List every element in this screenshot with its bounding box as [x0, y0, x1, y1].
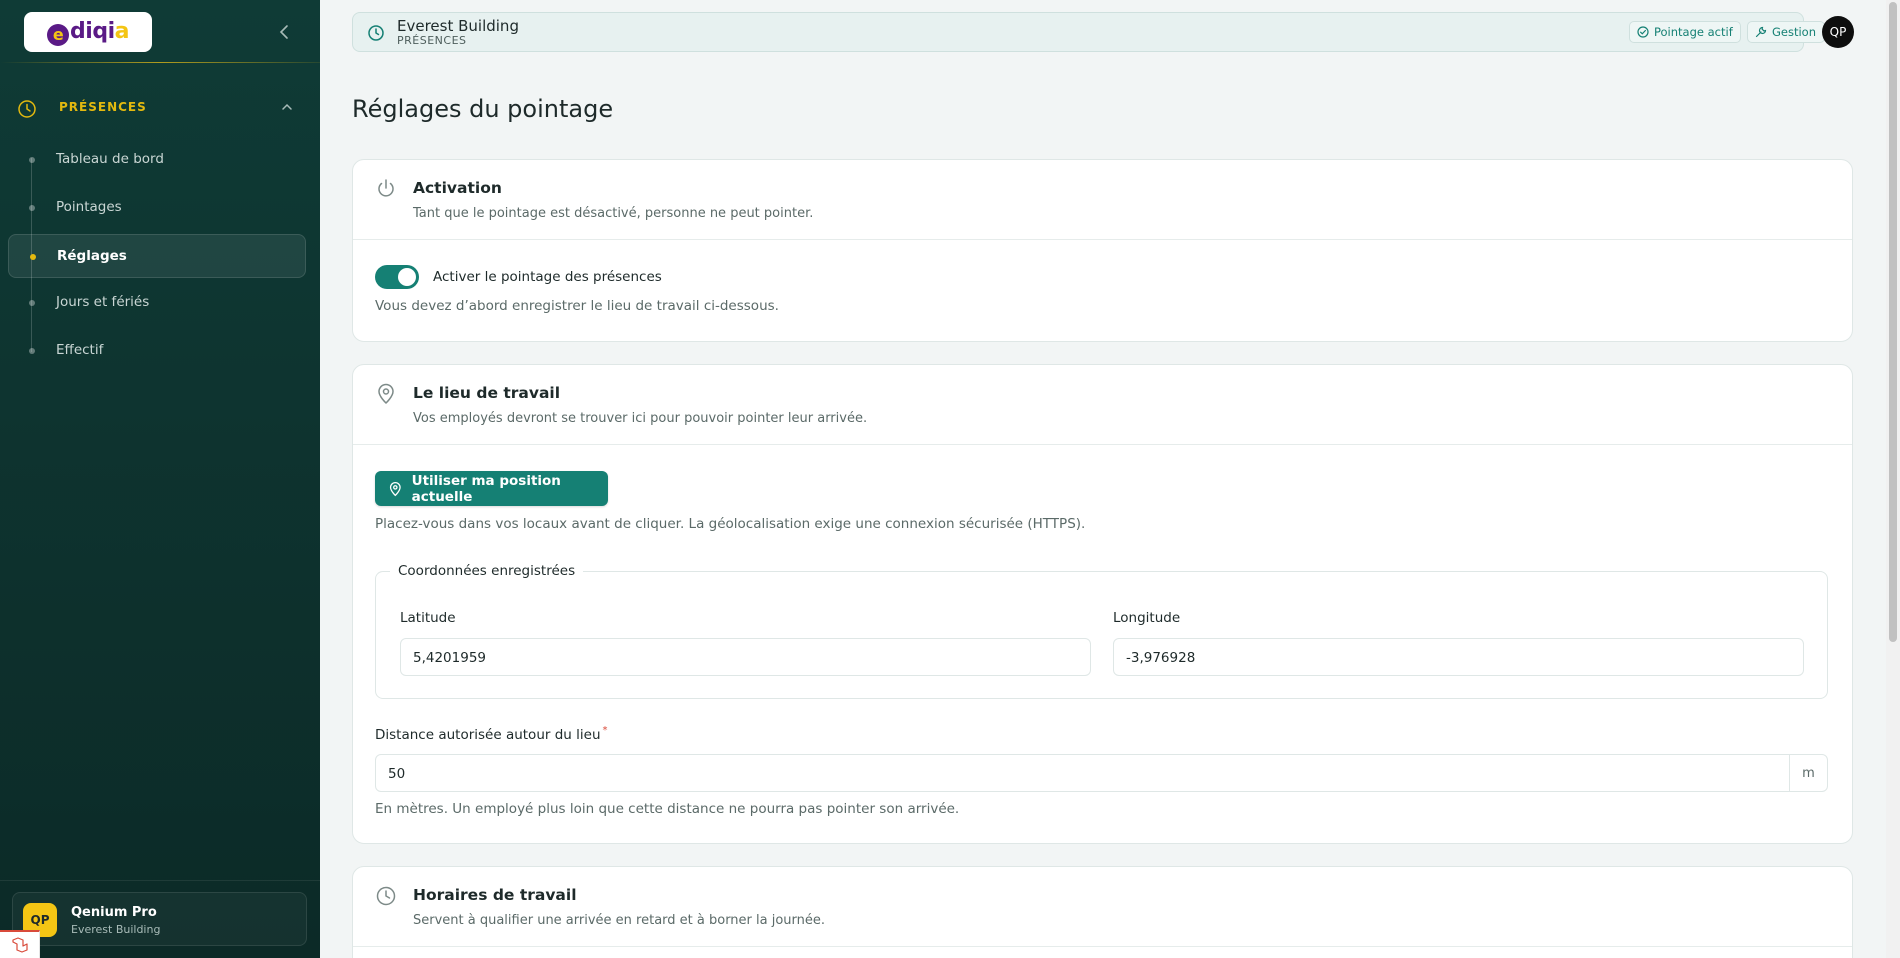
sidebar-item-reglages[interactable]: Réglages: [8, 234, 306, 278]
user-org: Everest Building: [71, 923, 161, 936]
scrollbar-thumb[interactable]: [1889, 2, 1897, 642]
logo-wordmark: e diqia: [47, 19, 129, 46]
debug-badge[interactable]: [0, 930, 40, 958]
longitude-label: Longitude: [1113, 610, 1181, 626]
breadcrumb: Everest Building PRÉSENCES Pointage acti…: [352, 12, 1825, 52]
saved-coordinates-fieldset: Coordonnées enregistrées Latitude 5,4201…: [375, 563, 1828, 699]
distance-input[interactable]: 50 m: [375, 754, 1828, 792]
avatar[interactable]: QP: [1822, 16, 1854, 48]
sidebar-item-label: Effectif: [56, 342, 104, 358]
nav-dot: [29, 205, 35, 211]
laravel-icon: [11, 937, 28, 953]
map-pin-icon: [378, 383, 394, 405]
latitude-label: Latitude: [400, 610, 456, 626]
check-circle-icon: [1637, 26, 1649, 38]
user-name: Qenium Pro: [71, 905, 157, 920]
status-badge-label: Pointage actif: [1654, 25, 1733, 39]
activation-title: Activation: [413, 179, 502, 197]
wrench-icon: [1755, 26, 1767, 38]
sidebar-item-effectif[interactable]: Effectif: [8, 329, 306, 373]
power-icon: [378, 179, 394, 197]
distance-value: 50: [388, 766, 406, 782]
collapse-sidebar-button[interactable]: [272, 20, 296, 44]
chevron-up-icon: [282, 103, 292, 110]
use-current-position-label: Utiliser ma position actuelle: [411, 472, 561, 505]
geolocation-help-text: Placez-vous dans vos locaux avant de cli…: [375, 516, 1086, 532]
status-badge: Pointage actif: [1629, 21, 1741, 43]
activation-card-header: Activation Tant que le pointage est désa…: [353, 160, 1852, 240]
activation-help-text: Vous devez d’abord enregistrer le lieu d…: [375, 298, 779, 314]
clock-icon: [368, 25, 384, 41]
activation-card: Activation Tant que le pointage est désa…: [352, 159, 1853, 342]
sidebar-item-label: Tableau de bord: [56, 151, 164, 167]
required-marker: *: [602, 725, 608, 736]
sidebar-item-label: Réglages: [57, 248, 127, 264]
attendance-toggle[interactable]: [375, 265, 419, 289]
clock-icon: [18, 100, 36, 118]
sidebar-item-label: Pointages: [56, 199, 122, 215]
section-label: PRÉSENCES: [59, 100, 147, 114]
sidebar-item-label: Jours et fériés: [56, 294, 150, 310]
workspace-title: Everest Building: [397, 17, 519, 35]
working-hours-card: Horaires de travail Servent à qualifier …: [352, 866, 1853, 958]
app-logo[interactable]: e diqia: [24, 12, 152, 52]
user-card[interactable]: QP Qenium Pro Everest Building: [12, 892, 307, 946]
working-hours-title: Horaires de travail: [413, 886, 577, 904]
sidebar: e diqia PRÉSENCES Tableau de bord Pointag…: [0, 0, 320, 958]
workspace-subtitle: PRÉSENCES: [397, 34, 467, 47]
working-hours-card-header: Horaires de travail Servent à qualifier …: [353, 867, 1852, 947]
nav-dot: [30, 254, 36, 260]
distance-label-text: Distance autorisée autour du lieu: [375, 727, 601, 743]
clock-icon: [376, 886, 396, 906]
top-header: Everest Building PRÉSENCES Pointage acti…: [320, 0, 1900, 64]
logo-divider: [0, 62, 320, 63]
workplace-description: Vos employés devront se trouver ici pour…: [413, 411, 868, 426]
distance-help-text: En mètres. Un employé plus loin que cett…: [375, 801, 960, 817]
section-presences-toggle[interactable]: PRÉSENCES: [0, 90, 320, 126]
manage-button[interactable]: Gestion: [1747, 21, 1825, 43]
manage-button-label: Gestion: [1772, 25, 1817, 39]
page-title: Réglages du pointage: [352, 95, 614, 123]
longitude-field[interactable]: -3,976928: [1113, 638, 1804, 676]
sidebar-divider: [0, 880, 320, 881]
workplace-card-header: Le lieu de travail Vos employés devront …: [353, 365, 1852, 445]
distance-label: Distance autorisée autour du lieu *: [375, 725, 608, 743]
sidebar-item-jours-et-feries[interactable]: Jours et fériés: [8, 281, 306, 325]
saved-coordinates-legend: Coordonnées enregistrées: [390, 563, 584, 579]
nav-dot: [29, 157, 35, 163]
map-pin-icon: [389, 481, 401, 496]
sidebar-item-tableau-de-bord[interactable]: Tableau de bord: [8, 138, 306, 182]
attendance-toggle-label: Activer le pointage des présences: [433, 269, 662, 285]
nav-dot: [29, 348, 35, 354]
workplace-title: Le lieu de travail: [413, 384, 561, 402]
sidebar-item-pointages[interactable]: Pointages: [8, 186, 306, 230]
nav-dot: [29, 300, 35, 306]
workplace-card: Le lieu de travail Vos employés devront …: [352, 364, 1853, 844]
activation-description: Tant que le pointage est désactivé, pers…: [413, 206, 814, 221]
latitude-field[interactable]: 5,4201959: [400, 638, 1091, 676]
working-hours-description: Servent à qualifier une arrivée en retar…: [413, 913, 826, 928]
use-current-position-button[interactable]: Utiliser ma position actuelle: [375, 471, 608, 506]
chevron-left-icon: [279, 25, 288, 39]
distance-unit: m: [1789, 755, 1827, 791]
